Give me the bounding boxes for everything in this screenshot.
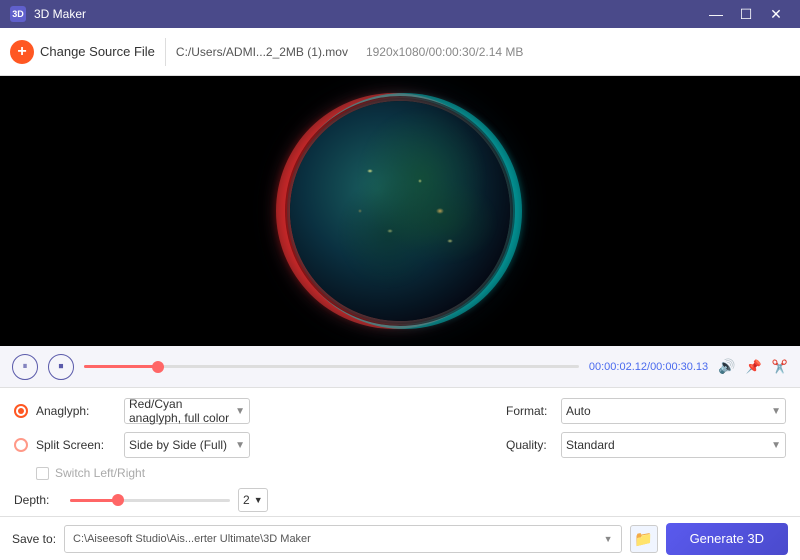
anaglyph-radio[interactable] [14, 404, 28, 418]
progress-thumb [152, 361, 164, 373]
depth-thumb [112, 494, 124, 506]
split-screen-label: Split Screen: [36, 438, 116, 452]
file-name: C:/Users/ADMI...2_2MB (1).mov [176, 45, 348, 59]
anaglyph-left: Anaglyph: Red/Cyan anaglyph, full color … [14, 398, 250, 424]
window-title: 3D Maker [34, 7, 86, 21]
preview-area [0, 76, 800, 346]
maximize-button[interactable]: ☐ [732, 4, 760, 24]
folder-icon: 📁 [634, 530, 653, 548]
stop-button[interactable]: ⏹ [48, 354, 74, 380]
quality-value: Standard [566, 438, 615, 452]
anaglyph-row: Anaglyph: Red/Cyan anaglyph, full color … [14, 398, 486, 424]
quality-label: Quality: [506, 438, 561, 452]
quality-row: Quality: Standard ▼ [506, 432, 786, 458]
earth-preview [290, 101, 510, 321]
format-arrow: ▼ [771, 406, 781, 417]
format-select[interactable]: Auto ▼ [561, 398, 786, 424]
toolbar-divider [165, 38, 166, 66]
stop-icon: ⏹ [59, 361, 64, 372]
time-current: 00:00:02.12 [589, 361, 647, 373]
quality-arrow: ▼ [771, 440, 781, 451]
toolbar: + Change Source File C:/Users/ADMI...2_2… [0, 28, 800, 76]
controls-bar: ⏸ ⏹ 00:00:02.12/00:00:30.13 🔊 📌 ✂️ [0, 346, 800, 388]
depth-row: Depth: 2 ▼ [14, 488, 486, 512]
change-source-label: Change Source File [40, 44, 155, 59]
volume-icon[interactable]: 🔊 [718, 358, 735, 375]
time-total: 00:00:30.13 [650, 361, 708, 373]
depth-select[interactable]: 2 ▼ [238, 488, 268, 512]
file-meta: 1920x1080/00:00:30/2.14 MB [366, 45, 523, 59]
progress-fill [84, 365, 158, 368]
app-icon: 3D [10, 6, 26, 22]
anaglyph-select[interactable]: Red/Cyan anaglyph, full color ▼ [124, 398, 250, 424]
save-to-label: Save to: [12, 532, 56, 546]
cut-icon[interactable]: ✂️ [772, 359, 788, 375]
settings-inner: Anaglyph: Red/Cyan anaglyph, full color … [0, 388, 800, 516]
browse-folder-button[interactable]: 📁 [630, 525, 658, 553]
plus-icon: + [10, 40, 34, 64]
time-display: 00:00:02.12/00:00:30.13 [589, 361, 708, 373]
depth-arrow: ▼ [254, 495, 263, 505]
split-screen-radio[interactable] [14, 438, 28, 452]
pin-icon[interactable]: 📌 [746, 359, 762, 375]
settings-col-left: Anaglyph: Red/Cyan anaglyph, full color … [14, 398, 506, 512]
close-button[interactable]: ✕ [762, 4, 790, 24]
depth-fill [70, 499, 118, 502]
window-controls: — ☐ ✕ [702, 4, 790, 24]
generate-3d-button[interactable]: Generate 3D [666, 523, 788, 555]
quality-select[interactable]: Standard ▼ [561, 432, 786, 458]
save-path: C:\Aiseesoft Studio\Ais...erter Ultimate… [73, 533, 311, 545]
split-screen-row: Split Screen: Side by Side (Full) ▼ [14, 432, 486, 458]
title-bar-left: 3D 3D Maker [10, 6, 86, 22]
split-screen-left: Split Screen: Side by Side (Full) ▼ [14, 432, 250, 458]
anaglyph-value: Red/Cyan anaglyph, full color [129, 397, 235, 425]
pause-button[interactable]: ⏸ [12, 354, 38, 380]
format-label: Format: [506, 404, 561, 418]
progress-bar[interactable] [84, 365, 579, 368]
split-screen-arrow: ▼ [235, 440, 245, 451]
depth-track[interactable] [70, 499, 230, 502]
anaglyph-arrow: ▼ [235, 406, 245, 417]
pause-icon: ⏸ [23, 361, 28, 372]
format-row: Format: Auto ▼ [506, 398, 786, 424]
format-value: Auto [566, 404, 591, 418]
switch-lr-row: Switch Left/Right [36, 466, 486, 480]
title-bar: 3D 3D Maker — ☐ ✕ [0, 0, 800, 28]
minimize-button[interactable]: — [702, 4, 730, 24]
split-screen-select[interactable]: Side by Side (Full) ▼ [124, 432, 250, 458]
split-screen-value: Side by Side (Full) [129, 438, 227, 452]
change-source-button[interactable]: + Change Source File [10, 40, 155, 64]
anaglyph-label: Anaglyph: [36, 404, 116, 418]
switch-lr-checkbox[interactable] [36, 467, 49, 480]
save-path-arrow: ▼ [604, 534, 613, 544]
settings-area: Anaglyph: Red/Cyan anaglyph, full color … [0, 388, 800, 516]
depth-value: 2 [243, 493, 250, 507]
switch-lr-checkbox-row: Switch Left/Right [36, 466, 145, 480]
save-path-box[interactable]: C:\Aiseesoft Studio\Ais...erter Ultimate… [64, 525, 622, 553]
earth-halo [285, 96, 515, 326]
settings-col-right: Format: Auto ▼ Quality: Standard ▼ [506, 398, 786, 512]
switch-lr-label: Switch Left/Right [55, 466, 145, 480]
depth-label: Depth: [14, 493, 62, 507]
